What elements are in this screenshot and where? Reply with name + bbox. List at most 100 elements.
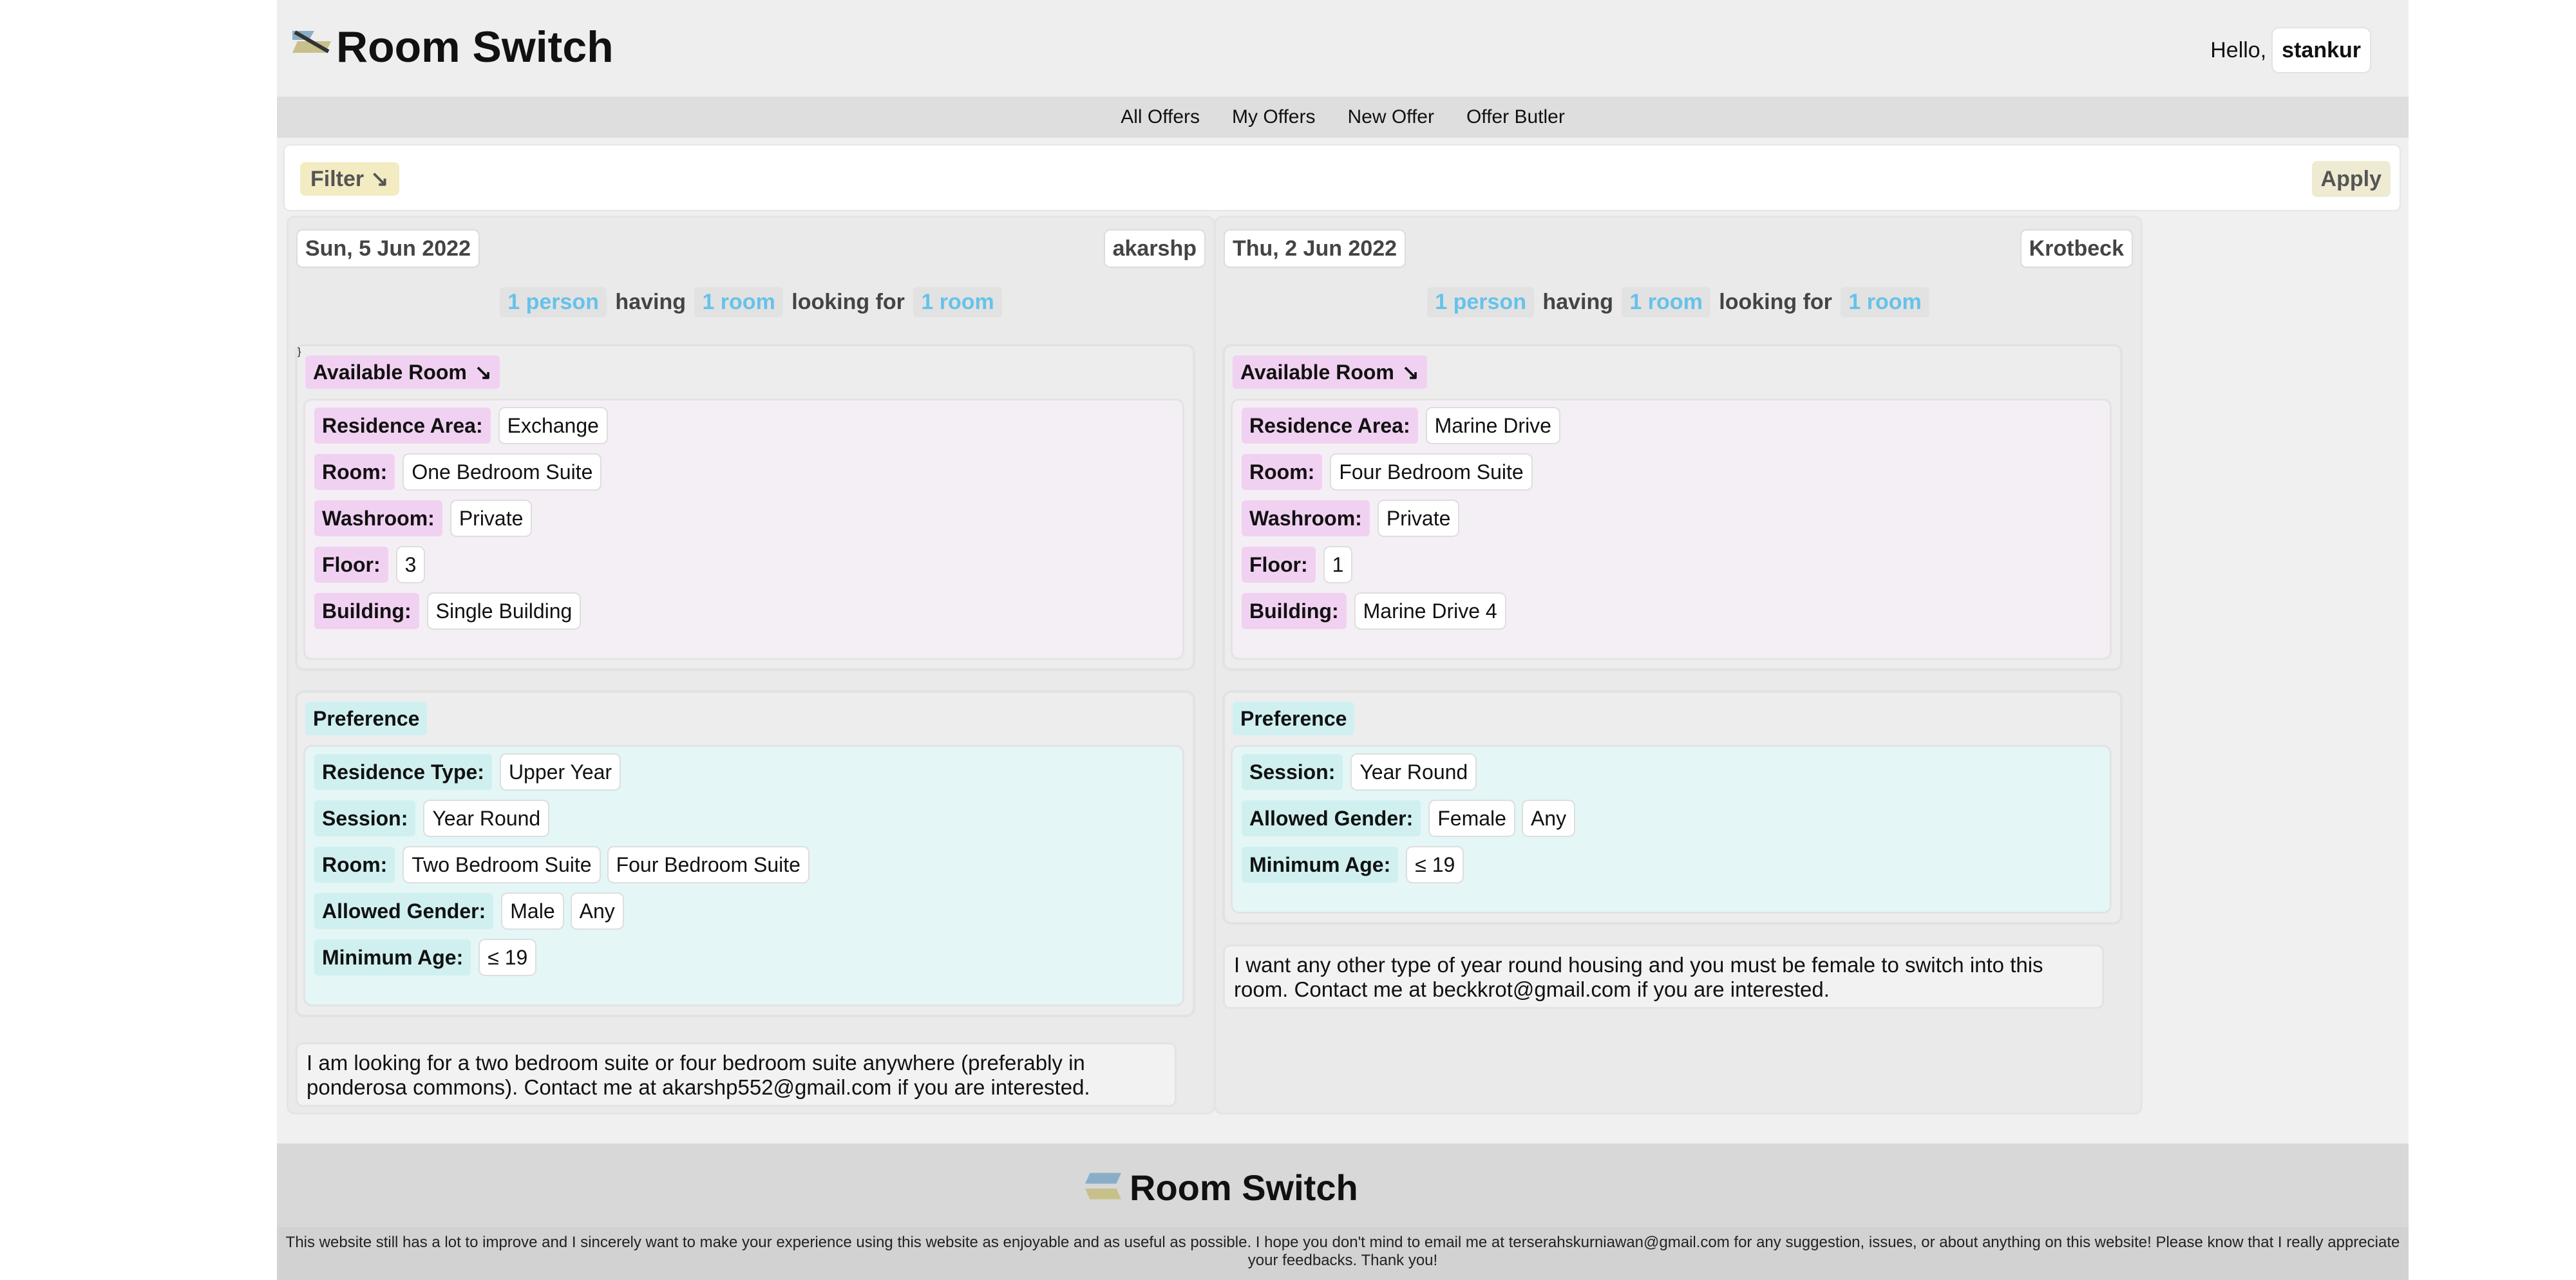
persons-chip: 1 person xyxy=(500,287,607,317)
footer: Room Switch xyxy=(277,1144,2409,1227)
available-room-toggle[interactable]: Available Room ↘ xyxy=(1233,355,1427,389)
detail-value: Single Building xyxy=(428,594,580,628)
offer-description: I am looking for a two bedroom suite or … xyxy=(298,1044,1175,1105)
pref-value: Any xyxy=(1522,801,1575,836)
pref-row: Residence Type: Upper Year xyxy=(314,753,620,791)
offer-card: Thu, 2 Jun 2022 Krotbeck 1 person having… xyxy=(1216,218,2141,1113)
pref-value: Year Round xyxy=(1352,755,1476,789)
app: Room Switch Hello, stankur All Offers My… xyxy=(277,0,2409,1280)
detail-row: Washroom: Private xyxy=(314,500,531,537)
pref-key: Residence Type: xyxy=(314,754,492,790)
offer-user[interactable]: Krotbeck xyxy=(2021,231,2132,267)
pref-key: Minimum Age: xyxy=(314,939,471,975)
pref-value: Male xyxy=(502,894,563,928)
detail-row: Floor: 3 xyxy=(314,546,424,583)
greeting-text: Hello, xyxy=(2210,38,2267,62)
pref-key: Session: xyxy=(1242,754,1343,790)
rooms-have-chip: 1 room xyxy=(1622,287,1710,317)
detail-row: Residence Area: Exchange xyxy=(314,407,607,444)
available-room-section: Available Room ↘ Residence Area: Marine … xyxy=(1225,346,2120,668)
detail-key: Residence Area: xyxy=(1242,408,1418,444)
pref-value: Female xyxy=(1430,801,1514,836)
filter-label: Filter xyxy=(310,166,365,191)
pref-value: Four Bedroom Suite xyxy=(608,847,808,882)
pref-value: Upper Year xyxy=(500,755,620,789)
rooms-want-chip: 1 room xyxy=(913,287,1002,317)
summary-looking: looking for xyxy=(1719,290,1832,314)
detail-key: Building: xyxy=(1242,593,1347,629)
pref-row: Minimum Age: ≤ 19 xyxy=(1242,846,1463,883)
nav-my-offers[interactable]: My Offers xyxy=(1232,106,1315,128)
pref-row: Minimum Age: ≤ 19 xyxy=(314,939,536,976)
available-room-section: Available Room ↘ Residence Area: Exchang… xyxy=(298,346,1193,668)
offer-description: I want any other type of year round hous… xyxy=(1225,946,2102,1007)
detail-key: Floor: xyxy=(314,547,388,583)
offer-date: Thu, 2 Jun 2022 xyxy=(1225,231,1405,267)
detail-key: Room: xyxy=(314,454,395,490)
detail-key: Washroom: xyxy=(314,500,442,536)
apply-button[interactable]: Apply xyxy=(2311,161,2391,197)
rooms-have-chip: 1 room xyxy=(694,287,783,317)
pref-value: ≤ 19 xyxy=(1407,847,1463,882)
expand-arrow-icon: ↘ xyxy=(474,361,492,384)
preference-title: Preference xyxy=(305,702,428,735)
nav-all-offers[interactable]: All Offers xyxy=(1121,106,1200,128)
available-room-details: Residence Area: Marine Drive Room: Four … xyxy=(1233,400,2110,658)
available-room-details: Residence Area: Exchange Room: One Bedro… xyxy=(305,400,1182,658)
offer-date: Sun, 5 Jun 2022 xyxy=(298,231,478,267)
detail-value: Private xyxy=(451,501,531,536)
pref-value: Two Bedroom Suite xyxy=(404,847,600,882)
preference-title: Preference xyxy=(1233,702,1355,735)
pref-key: Session: xyxy=(314,800,416,836)
username-badge[interactable]: stankur xyxy=(2273,28,2370,72)
detail-key: Floor: xyxy=(1242,547,1316,583)
preference-details: Session: Year Round Allowed Gender: Fema… xyxy=(1233,747,2110,912)
available-room-title: Available Room xyxy=(313,360,467,384)
offer-user[interactable]: akarshp xyxy=(1104,231,1204,267)
detail-row: Room: One Bedroom Suite xyxy=(314,453,601,491)
detail-value: Four Bedroom Suite xyxy=(1331,455,1531,489)
detail-value: Marine Drive 4 xyxy=(1355,594,1505,628)
app-title[interactable]: Room Switch xyxy=(336,18,614,76)
available-room-toggle[interactable]: Available Room ↘ xyxy=(305,355,500,389)
main-nav: All Offers My Offers New Offer Offer But… xyxy=(277,97,2409,138)
summary-having: having xyxy=(615,290,686,314)
detail-key: Washroom: xyxy=(1242,500,1370,536)
detail-value: Marine Drive xyxy=(1426,408,1559,443)
pref-value: ≤ 19 xyxy=(480,940,536,975)
pref-key: Allowed Gender: xyxy=(1242,800,1421,836)
room-switch-logo-icon xyxy=(1085,1172,1121,1200)
offer-summary: 1 person having 1 room looking for 1 roo… xyxy=(289,287,1213,317)
preference-section: Preference Residence Type: Upper Year Se… xyxy=(298,693,1193,1015)
available-room-title: Available Room xyxy=(1240,360,1394,384)
preference-section: Preference Session: Year Round Allowed G… xyxy=(1225,693,2120,922)
detail-row: Residence Area: Marine Drive xyxy=(1242,407,1559,444)
pref-row: Allowed Gender: Male Any xyxy=(314,892,623,930)
nav-offer-butler[interactable]: Offer Butler xyxy=(1466,106,1565,128)
expand-arrow-icon: ↘ xyxy=(370,167,389,191)
pref-value: Any xyxy=(571,894,623,928)
detail-row: Room: Four Bedroom Suite xyxy=(1242,453,1531,491)
header: Room Switch Hello, stankur xyxy=(277,0,2409,97)
detail-value: Private xyxy=(1378,501,1459,536)
summary-looking: looking for xyxy=(791,290,905,314)
detail-row: Building: Marine Drive 4 xyxy=(1242,592,1505,630)
detail-key: Residence Area: xyxy=(314,408,491,444)
preference-details: Residence Type: Upper Year Session: Year… xyxy=(305,747,1182,1004)
pref-row: Room: Two Bedroom Suite Four Bedroom Sui… xyxy=(314,846,808,883)
filter-toggle-button[interactable]: Filter ↘ xyxy=(300,162,399,196)
detail-row: Building: Single Building xyxy=(314,592,580,630)
footer-brand: Room Switch xyxy=(1130,1167,1358,1208)
pref-row: Session: Year Round xyxy=(314,800,549,837)
user-greeting: Hello, stankur xyxy=(2210,28,2370,72)
nav-new-offer[interactable]: New Offer xyxy=(1347,106,1434,128)
rooms-want-chip: 1 room xyxy=(1841,287,1929,317)
detail-value: One Bedroom Suite xyxy=(404,455,601,489)
summary-having: having xyxy=(1542,290,1613,314)
persons-chip: 1 person xyxy=(1427,287,1534,317)
pref-key: Room: xyxy=(314,847,395,883)
footer-note: This website still has a lot to improve … xyxy=(277,1227,2409,1280)
detail-value: 1 xyxy=(1324,547,1352,582)
detail-key: Building: xyxy=(314,593,419,629)
detail-row: Washroom: Private xyxy=(1242,500,1459,537)
